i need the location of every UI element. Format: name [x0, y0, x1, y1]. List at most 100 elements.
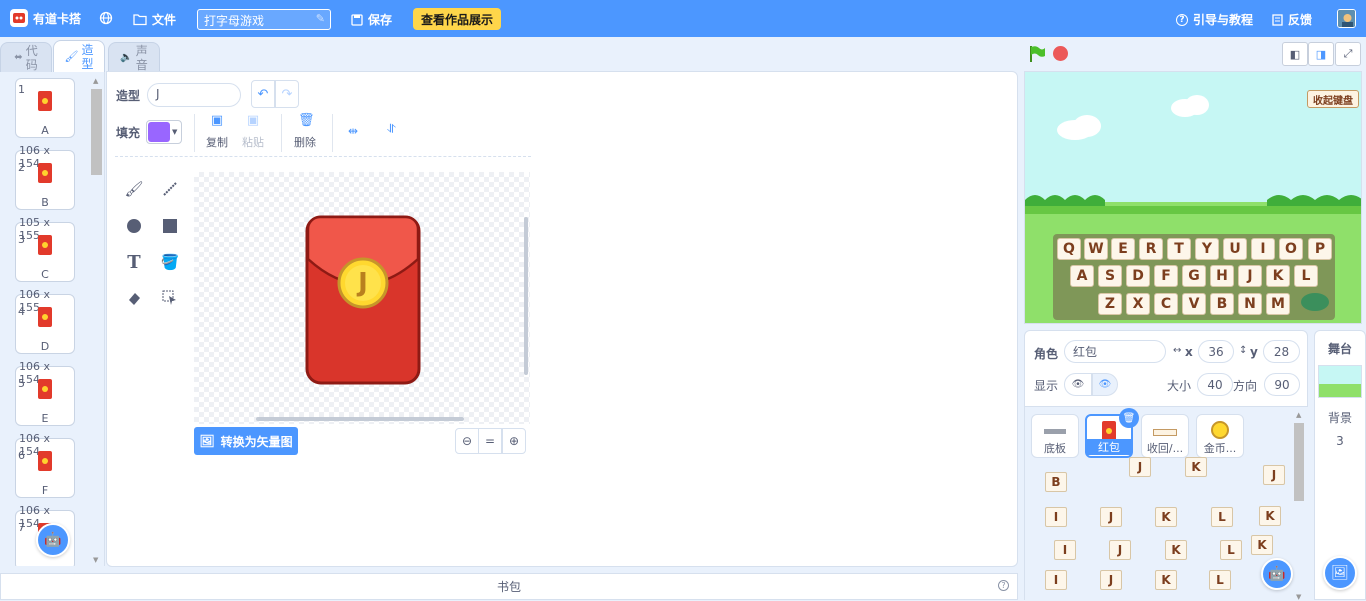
letter-sprite[interactable]: J: [1109, 540, 1131, 560]
letter-sprite[interactable]: J: [1129, 457, 1151, 477]
size-input[interactable]: 40: [1197, 373, 1233, 396]
zoom-reset-button[interactable]: =: [478, 428, 502, 454]
backpack-bar[interactable]: 书包 ?: [0, 573, 1018, 600]
redo-button[interactable]: ↷: [275, 80, 299, 108]
key[interactable]: D: [1126, 265, 1150, 287]
key[interactable]: K: [1266, 265, 1290, 287]
key[interactable]: B: [1210, 293, 1234, 315]
key[interactable]: J: [1238, 265, 1262, 287]
fold-keyboard-button[interactable]: 收起键盘: [1307, 90, 1359, 108]
key[interactable]: L: [1294, 265, 1318, 287]
key[interactable]: Q: [1057, 238, 1081, 260]
key[interactable]: U: [1223, 238, 1247, 260]
undo-button[interactable]: ↶: [251, 80, 275, 108]
user-avatar[interactable]: [1337, 9, 1356, 28]
key[interactable]: S: [1098, 265, 1122, 287]
key[interactable]: F: [1154, 265, 1178, 287]
key[interactable]: I: [1251, 238, 1275, 260]
letter-sprite[interactable]: K: [1155, 570, 1177, 590]
key[interactable]: O: [1279, 238, 1303, 260]
letter-sprite[interactable]: J: [1100, 570, 1122, 590]
letter-sprite[interactable]: I: [1054, 540, 1076, 560]
paste-button[interactable]: ▣ 粘贴: [242, 114, 264, 150]
costume-name-input[interactable]: J: [147, 83, 241, 107]
line-tool[interactable]: [157, 176, 183, 202]
key[interactable]: R: [1139, 238, 1163, 260]
letter-sprite[interactable]: L: [1220, 540, 1242, 560]
key[interactable]: X: [1126, 293, 1150, 315]
key[interactable]: H: [1210, 265, 1234, 287]
save-button[interactable]: 保存: [351, 11, 392, 28]
costume-item[interactable]: 105 x 155 3 C: [15, 216, 75, 282]
letter-sprite[interactable]: J: [1100, 507, 1122, 527]
ai-assistant-button-2[interactable]: 🤖: [1261, 558, 1293, 590]
stop-button[interactable]: [1053, 46, 1068, 61]
show-hidden-button[interactable]: 👁: [1092, 373, 1118, 396]
sprite-tile[interactable]: 金币...: [1196, 414, 1244, 458]
letter-sprite[interactable]: J: [1263, 465, 1285, 485]
zoom-out-button[interactable]: ⊖: [455, 428, 479, 454]
fill-color-picker[interactable]: ▼: [146, 120, 182, 144]
select-tool[interactable]: [157, 285, 183, 311]
key[interactable]: N: [1238, 293, 1262, 315]
canvas-scrollbar-vertical[interactable]: [524, 217, 528, 375]
text-tool[interactable]: T: [121, 249, 147, 275]
delete-button[interactable]: 🗑 删除: [294, 114, 316, 150]
letter-sprite[interactable]: K: [1251, 535, 1273, 555]
letter-sprite[interactable]: K: [1259, 506, 1281, 526]
brand-logo[interactable]: 有道卡搭: [10, 9, 81, 27]
small-stage-button[interactable]: ◧: [1282, 42, 1308, 66]
letter-sprite[interactable]: K: [1155, 507, 1177, 527]
sprite-list-scrollbar[interactable]: ▲ ▼: [1293, 411, 1305, 601]
fill-tool[interactable]: 🪣: [157, 249, 183, 275]
circle-tool[interactable]: [121, 213, 147, 239]
zoom-in-button[interactable]: ⊕: [502, 428, 526, 454]
convert-to-vector-button[interactable]: 🖼 转换为矢量图: [194, 427, 298, 455]
sprite-tile[interactable]: 收回/...: [1141, 414, 1189, 458]
add-sprite-button[interactable]: 🖼: [1323, 556, 1357, 590]
direction-input[interactable]: 90: [1264, 373, 1300, 396]
tutorial-button[interactable]: ? 引导与教程: [1176, 11, 1253, 28]
key[interactable]: E: [1111, 238, 1135, 260]
letter-sprite[interactable]: B: [1045, 472, 1067, 492]
paint-canvas[interactable]: J: [194, 172, 530, 424]
file-menu[interactable]: 文件: [133, 11, 176, 28]
key[interactable]: V: [1182, 293, 1206, 315]
key[interactable]: W: [1084, 238, 1108, 260]
brush-tool[interactable]: 🖌: [121, 176, 147, 202]
letter-sprite[interactable]: L: [1209, 570, 1231, 590]
key[interactable]: A: [1070, 265, 1094, 287]
fullscreen-button[interactable]: ⤢: [1335, 42, 1361, 66]
costume-item[interactable]: 106 x 154 5 E: [15, 360, 75, 426]
flip-horizontal-button[interactable]: ⇹: [348, 124, 358, 138]
letter-sprite[interactable]: I: [1045, 570, 1067, 590]
letter-sprite[interactable]: K: [1185, 457, 1207, 477]
project-name-input[interactable]: 打字母游戏 ✎: [197, 9, 331, 30]
x-input[interactable]: 36: [1198, 340, 1234, 363]
ai-assistant-button[interactable]: 🤖: [36, 523, 70, 557]
key[interactable]: Z: [1098, 293, 1122, 315]
sprite-tile-selected[interactable]: 红包 🗑: [1085, 408, 1139, 458]
key[interactable]: C: [1154, 293, 1178, 315]
letter-sprite[interactable]: I: [1045, 507, 1067, 527]
scrollbar-thumb[interactable]: [91, 89, 102, 175]
delete-sprite-icon[interactable]: 🗑: [1119, 408, 1139, 428]
sprite-tile[interactable]: 底板: [1031, 414, 1079, 458]
tab-costumes[interactable]: 🖌 造型: [53, 40, 105, 72]
language-button[interactable]: [99, 11, 113, 25]
key[interactable]: Y: [1195, 238, 1219, 260]
canvas-scrollbar-horizontal[interactable]: [256, 417, 464, 421]
key[interactable]: T: [1167, 238, 1191, 260]
costume-item[interactable]: 106 x 155 4 D: [15, 288, 75, 354]
tab-sounds[interactable]: 🔈 声音: [108, 42, 160, 72]
letter-sprite[interactable]: K: [1165, 540, 1187, 560]
help-icon[interactable]: ?: [998, 580, 1009, 591]
stage-canvas[interactable]: 收起键盘 Q W E R T Y U I O P A S D F G H J K…: [1024, 71, 1362, 324]
key[interactable]: M: [1266, 293, 1290, 315]
key[interactable]: G: [1182, 265, 1206, 287]
scrollbar-thumb[interactable]: [1294, 423, 1304, 501]
costume-item[interactable]: 106 x 154 2 B: [15, 144, 75, 210]
feedback-button[interactable]: 反馈: [1272, 11, 1312, 28]
y-input[interactable]: 28: [1263, 340, 1300, 363]
rectangle-tool[interactable]: [157, 213, 183, 239]
